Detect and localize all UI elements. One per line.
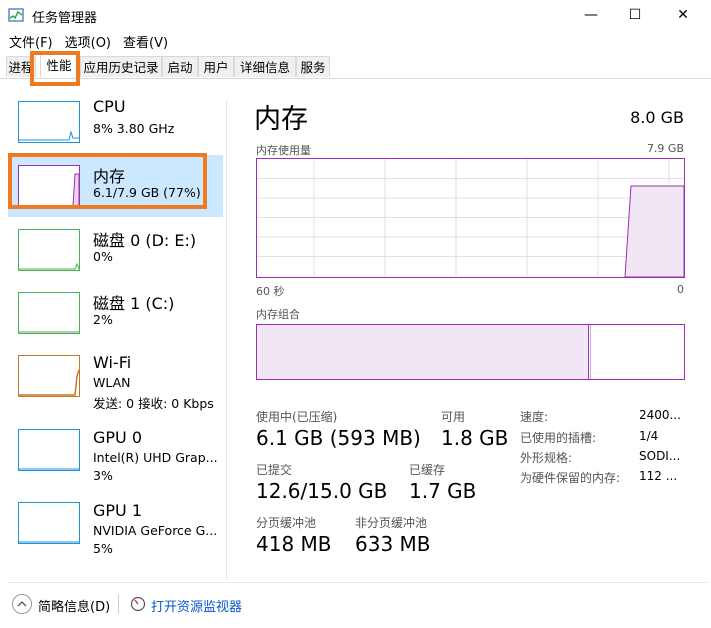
cpu-thumbnail <box>18 101 80 143</box>
tab-details[interactable]: 详细信息 <box>234 56 296 77</box>
speed-label: 速度: <box>520 410 549 424</box>
time-left-label: 60 秒 <box>256 285 285 298</box>
gpu0-thumbnail <box>18 429 80 471</box>
sidebar-divider <box>226 100 227 580</box>
sidebar-item-detail: 发送: 0 接收: 0 Kbps <box>93 396 214 411</box>
committed-value: 12.6/15.0 GB <box>256 479 388 503</box>
sidebar-item-title: 磁盘 0 (D: E:) <box>93 231 197 250</box>
memory-composition-bar <box>256 324 685 380</box>
sidebar-item-subtitle: 8% 3.80 GHz <box>93 121 175 136</box>
maximize-button[interactable]: ☐ <box>612 0 658 30</box>
sidebar-item-detail: 3% <box>93 468 113 483</box>
available-value: 1.8 GB <box>441 426 509 450</box>
form-factor-value: SODI... <box>639 449 681 463</box>
composition-label: 内存组合 <box>256 308 300 321</box>
sidebar-item-gpu0[interactable]: GPU 0 Intel(R) UHD Grap... 3% <box>8 420 223 490</box>
disk0-thumbnail <box>18 229 80 271</box>
tab-startup[interactable]: 启动 <box>162 56 198 77</box>
menu-options[interactable]: 选项(O) <box>65 32 111 52</box>
sidebar-item-subtitle: 0% <box>93 249 113 264</box>
usage-max-label: 7.9 GB <box>646 142 684 155</box>
memory-usage-graph <box>256 158 685 278</box>
in-use-segment <box>257 325 589 379</box>
tab-strip: 进程 性能 应用历史记录 启动 用户 详细信息 服务 <box>0 54 711 79</box>
menu-file[interactable]: 文件(F) <box>9 32 53 52</box>
usage-label: 内存使用量 <box>256 144 311 157</box>
total-memory: 8.0 GB <box>630 108 684 127</box>
paged-pool-value: 418 MB <box>256 532 332 556</box>
sidebar-item-disk0[interactable]: 磁盘 0 (D: E:) 0% <box>8 220 223 282</box>
speed-value: 2400... <box>639 408 681 422</box>
sidebar-item-subtitle: NVIDIA GeForce G... <box>93 523 218 538</box>
menu-view[interactable]: 查看(V) <box>123 32 168 52</box>
sidebar-item-title: CPU <box>93 97 126 116</box>
hardware-reserved-value: 112 ... <box>639 469 678 483</box>
close-button[interactable]: ✕ <box>660 0 706 30</box>
sidebar-item-title: GPU 0 <box>93 428 143 447</box>
cached-value: 1.7 GB <box>409 479 477 503</box>
sidebar-item-disk1[interactable]: 磁盘 1 (C:) 2% <box>8 283 223 345</box>
form-factor-label: 外形规格: <box>520 451 573 465</box>
collapse-button[interactable] <box>12 594 32 614</box>
sidebar-item-subtitle: 2% <box>93 312 113 327</box>
sidebar-item-subtitle: Intel(R) UHD Grap... <box>93 450 218 465</box>
task-manager-icon <box>8 8 24 22</box>
nonpaged-pool-value: 633 MB <box>355 532 431 556</box>
tab-users[interactable]: 用户 <box>198 56 234 77</box>
slots-value: 1/4 <box>639 429 659 443</box>
memory-highlight-box <box>8 153 207 209</box>
committed-label: 已提交 <box>256 463 293 477</box>
footer-divider <box>8 582 708 583</box>
sidebar-item-subtitle: WLAN <box>93 375 131 390</box>
gpu1-thumbnail <box>18 502 80 544</box>
modified-segment <box>590 325 591 379</box>
title-bar: 任务管理器 — ☐ ✕ <box>0 0 711 30</box>
footer-separator <box>118 594 119 614</box>
paged-pool-label: 分页缓冲池 <box>256 516 317 530</box>
open-resource-monitor-link[interactable]: 打开资源监视器 <box>151 596 242 615</box>
tab-app-history[interactable]: 应用历史记录 <box>80 56 162 77</box>
nonpaged-pool-label: 非分页缓冲池 <box>355 516 428 530</box>
hardware-reserved-label: 为硬件保留的内存: <box>520 471 621 485</box>
menu-bar: 文件(F) 选项(O) 查看(V) <box>0 32 171 52</box>
available-label: 可用 <box>441 410 466 424</box>
time-right-label: 0 <box>677 283 684 296</box>
cached-label: 已缓存 <box>409 463 446 477</box>
usage-area <box>624 185 685 278</box>
sidebar-item-gpu1[interactable]: GPU 1 NVIDIA GeForce G... 5% <box>8 493 223 563</box>
resource-monitor-icon <box>130 596 146 612</box>
summary-link[interactable]: 简略信息(D) <box>38 596 110 615</box>
minimize-button[interactable]: — <box>568 0 614 30</box>
chevron-up-icon <box>17 601 27 607</box>
in-use-value: 6.1 GB (593 MB) <box>256 426 421 450</box>
page-title: 内存 <box>254 104 308 135</box>
in-use-label: 使用中(已压缩) <box>256 410 338 424</box>
window-title: 任务管理器 <box>32 11 98 26</box>
tab-services[interactable]: 服务 <box>296 56 330 77</box>
sidebar-item-title: Wi-Fi <box>93 353 132 372</box>
tab-highlight-box <box>30 51 80 86</box>
sidebar-item-title: GPU 1 <box>93 501 143 520</box>
sidebar-item-detail: 5% <box>93 541 113 556</box>
disk1-thumbnail <box>18 292 80 334</box>
sidebar-item-title: 磁盘 1 (C:) <box>93 294 175 313</box>
sidebar-item-cpu[interactable]: CPU 8% 3.80 GHz <box>8 92 223 154</box>
wifi-thumbnail <box>18 355 80 397</box>
slots-label: 已使用的插槽: <box>520 431 597 445</box>
footer: 简略信息(D) 打开资源监视器 <box>0 588 711 628</box>
sidebar-item-wifi[interactable]: Wi-Fi WLAN 发送: 0 接收: 0 Kbps <box>8 346 223 416</box>
